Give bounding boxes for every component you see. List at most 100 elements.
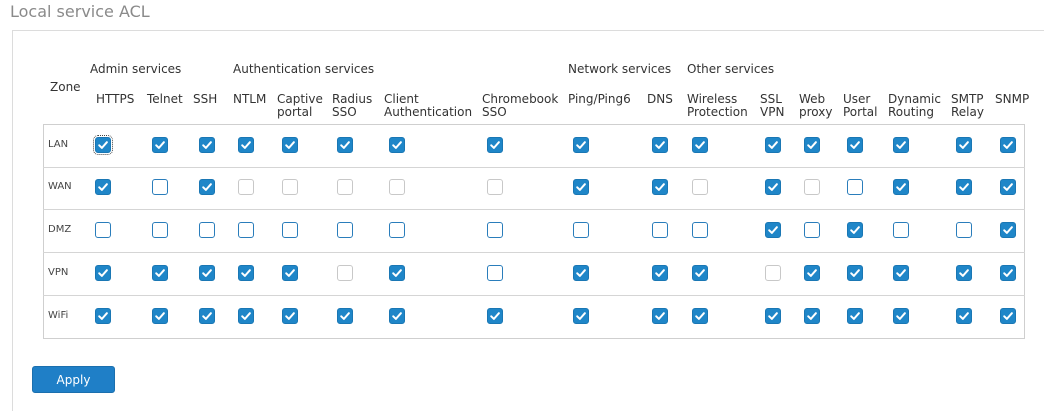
acl-checkbox[interactable] bbox=[152, 308, 168, 324]
acl-checkbox[interactable] bbox=[765, 137, 781, 153]
acl-checkbox[interactable] bbox=[847, 137, 863, 153]
acl-checkbox[interactable] bbox=[692, 222, 708, 238]
acl-checkbox[interactable] bbox=[1000, 222, 1016, 238]
acl-checkbox[interactable] bbox=[804, 222, 820, 238]
check-icon bbox=[958, 310, 970, 322]
acl-checkbox[interactable] bbox=[389, 265, 405, 281]
acl-checkbox[interactable] bbox=[573, 137, 589, 153]
acl-checkbox[interactable] bbox=[199, 222, 215, 238]
acl-checkbox[interactable] bbox=[652, 308, 668, 324]
acl-checkbox[interactable] bbox=[765, 222, 781, 238]
group-header-auth: Authentication services bbox=[233, 62, 375, 76]
acl-checkbox[interactable] bbox=[238, 137, 254, 153]
acl-checkbox[interactable] bbox=[487, 265, 503, 281]
apply-button[interactable]: Apply bbox=[32, 366, 115, 393]
check-icon bbox=[154, 310, 166, 322]
zone-label: DMZ bbox=[48, 224, 72, 235]
acl-checkbox[interactable] bbox=[282, 265, 298, 281]
acl-checkbox[interactable] bbox=[893, 222, 909, 238]
acl-checkbox[interactable] bbox=[95, 179, 111, 195]
check-icon bbox=[97, 181, 109, 193]
acl-checkbox[interactable] bbox=[692, 265, 708, 281]
acl-checkbox[interactable] bbox=[389, 308, 405, 324]
row-divider bbox=[43, 209, 1025, 210]
acl-checkbox bbox=[389, 179, 405, 195]
acl-checkbox bbox=[765, 265, 781, 281]
acl-checkbox[interactable] bbox=[337, 222, 353, 238]
acl-checkbox[interactable] bbox=[956, 137, 972, 153]
check-icon bbox=[654, 139, 666, 151]
acl-checkbox[interactable] bbox=[199, 265, 215, 281]
acl-checkbox[interactable] bbox=[573, 179, 589, 195]
acl-checkbox[interactable] bbox=[487, 137, 503, 153]
acl-checkbox[interactable] bbox=[893, 179, 909, 195]
zone-label: WAN bbox=[48, 181, 72, 192]
check-icon bbox=[391, 139, 403, 151]
zone-label: LAN bbox=[48, 139, 69, 150]
acl-checkbox[interactable] bbox=[389, 137, 405, 153]
acl-checkbox[interactable] bbox=[956, 179, 972, 195]
acl-checkbox[interactable] bbox=[199, 308, 215, 324]
acl-checkbox[interactable] bbox=[847, 179, 863, 195]
acl-checkbox[interactable] bbox=[847, 222, 863, 238]
acl-checkbox[interactable] bbox=[956, 308, 972, 324]
acl-checkbox[interactable] bbox=[152, 179, 168, 195]
acl-checkbox[interactable] bbox=[95, 222, 111, 238]
column-header: Telnet bbox=[147, 92, 183, 106]
acl-checkbox[interactable] bbox=[847, 265, 863, 281]
check-icon bbox=[849, 139, 861, 151]
acl-checkbox[interactable] bbox=[238, 265, 254, 281]
acl-checkbox[interactable] bbox=[199, 137, 215, 153]
acl-checkbox[interactable] bbox=[692, 308, 708, 324]
acl-checkbox[interactable] bbox=[956, 265, 972, 281]
acl-checkbox[interactable] bbox=[692, 137, 708, 153]
acl-checkbox[interactable] bbox=[487, 308, 503, 324]
acl-checkbox[interactable] bbox=[1000, 179, 1016, 195]
acl-checkbox[interactable] bbox=[1000, 265, 1016, 281]
acl-checkbox[interactable] bbox=[93, 135, 113, 155]
acl-checkbox[interactable] bbox=[95, 308, 111, 324]
acl-checkbox[interactable] bbox=[282, 137, 298, 153]
acl-checkbox[interactable] bbox=[152, 222, 168, 238]
acl-checkbox[interactable] bbox=[238, 222, 254, 238]
acl-checkbox[interactable] bbox=[337, 137, 353, 153]
acl-checkbox[interactable] bbox=[389, 222, 405, 238]
check-icon bbox=[391, 310, 403, 322]
acl-checkbox[interactable] bbox=[847, 308, 863, 324]
group-header-admin: Admin services bbox=[90, 62, 182, 76]
column-header: Ping/Ping6 bbox=[568, 92, 631, 106]
acl-checkbox[interactable] bbox=[652, 137, 668, 153]
acl-checkbox[interactable] bbox=[573, 265, 589, 281]
acl-checkbox[interactable] bbox=[152, 137, 168, 153]
acl-checkbox[interactable] bbox=[573, 222, 589, 238]
acl-checkbox[interactable] bbox=[765, 308, 781, 324]
acl-checkbox[interactable] bbox=[1000, 137, 1016, 153]
acl-checkbox[interactable] bbox=[652, 222, 668, 238]
acl-checkbox[interactable] bbox=[804, 137, 820, 153]
acl-checkbox[interactable] bbox=[282, 308, 298, 324]
group-header-other: Other services bbox=[687, 62, 775, 76]
acl-checkbox[interactable] bbox=[893, 137, 909, 153]
acl-checkbox[interactable] bbox=[199, 179, 215, 195]
acl-checkbox[interactable] bbox=[893, 265, 909, 281]
acl-checkbox[interactable] bbox=[487, 222, 503, 238]
acl-checkbox[interactable] bbox=[652, 265, 668, 281]
acl-checkbox[interactable] bbox=[804, 265, 820, 281]
acl-checkbox[interactable] bbox=[282, 222, 298, 238]
acl-checkbox[interactable] bbox=[804, 308, 820, 324]
check-icon bbox=[958, 267, 970, 279]
check-icon bbox=[575, 267, 587, 279]
zone-label: WiFi bbox=[48, 310, 69, 321]
acl-checkbox[interactable] bbox=[1000, 308, 1016, 324]
acl-checkbox[interactable] bbox=[152, 265, 168, 281]
acl-checkbox[interactable] bbox=[893, 308, 909, 324]
acl-checkbox[interactable] bbox=[652, 179, 668, 195]
acl-checkbox[interactable] bbox=[95, 265, 111, 281]
acl-checkbox[interactable] bbox=[956, 222, 972, 238]
acl-checkbox[interactable] bbox=[573, 308, 589, 324]
acl-checkbox[interactable] bbox=[765, 179, 781, 195]
acl-checkbox[interactable] bbox=[337, 308, 353, 324]
check-icon bbox=[97, 267, 109, 279]
acl-checkbox[interactable] bbox=[238, 308, 254, 324]
column-header: Captive portal bbox=[277, 92, 323, 119]
